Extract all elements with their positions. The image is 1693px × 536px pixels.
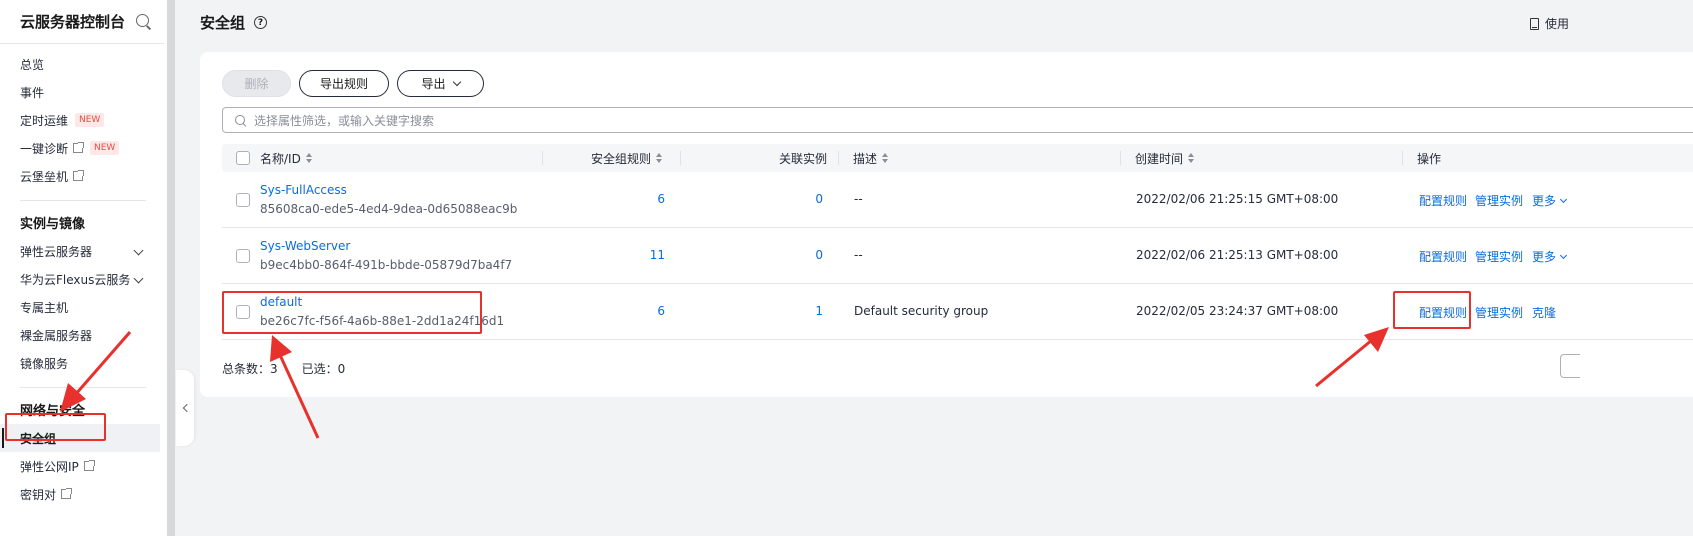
row-checkbox[interactable]: [236, 249, 250, 263]
sg-name-link[interactable]: Sys-FullAccess: [260, 183, 347, 197]
usage-guide-link[interactable]: 使用: [1530, 15, 1569, 32]
select-all-checkbox[interactable]: [236, 144, 250, 172]
sidebar-item-bastion[interactable]: 云堡垒机: [0, 162, 170, 190]
sg-id: 85608ca0-ede5-4ed4-9dea-0d65088eac9b: [260, 202, 518, 216]
table-footer: 总条数：3 已选：0: [222, 360, 345, 377]
sidebar-item-events[interactable]: 事件: [0, 78, 170, 106]
sidebar-item-diagnosis[interactable]: 一键诊断 NEW: [0, 134, 170, 162]
column-divider: [1402, 151, 1403, 165]
sidebar: 云服务器控制台 总览 事件 定时运维 NEW 一键诊断 NEW 云堡垒机 实例与镜像…: [0, 0, 170, 536]
sidebar-header: 云服务器控制台: [0, 0, 164, 44]
search-placeholder: 选择属性筛选，或输入关键字搜索: [254, 113, 435, 128]
rules-count-link[interactable]: 6: [625, 192, 665, 206]
column-divider: [1120, 151, 1121, 165]
chevron-down-icon: [133, 273, 144, 284]
sidebar-item-dedicated-host[interactable]: 专属主机: [0, 293, 170, 321]
new-badge: NEW: [90, 141, 120, 155]
more-dropdown[interactable]: 更多: [1532, 248, 1568, 265]
col-name[interactable]: 名称/ID: [260, 144, 312, 172]
col-instances: 关联实例: [779, 151, 828, 166]
search-icon: [235, 114, 246, 126]
sg-id: b9ec4bb0-864f-491b-bbde-05879d7ba4f7: [260, 258, 513, 272]
delete-button[interactable]: 删除: [222, 70, 291, 97]
security-group-panel: 删除 导出规则 导出 选择属性筛选，或输入关键字搜索 名称/ID 安全组规则 关…: [200, 52, 1693, 397]
page-size-select[interactable]: [1560, 354, 1580, 378]
toolbar: 删除 导出规则 导出: [222, 70, 484, 97]
search-input[interactable]: 选择属性筛选，或输入关键字搜索: [222, 107, 1693, 133]
chevron-down-icon: [133, 245, 144, 256]
page-title: 安全组 ?: [200, 12, 268, 33]
description: --: [854, 248, 863, 262]
clone-link[interactable]: 克隆: [1532, 304, 1556, 321]
sg-name-link[interactable]: Sys-WebServer: [260, 239, 350, 253]
configure-rules-link[interactable]: 配置规则: [1419, 248, 1467, 265]
manage-instances-link[interactable]: 管理实例: [1475, 192, 1523, 209]
table-row: Sys-FullAccess 85608ca0-ede5-4ed4-9dea-0…: [222, 172, 1693, 228]
console-title: 云服务器控制台: [20, 13, 126, 31]
external-link-icon: [73, 170, 85, 181]
col-actions: 操作: [1417, 151, 1442, 166]
search-icon[interactable]: [136, 13, 152, 30]
sidebar-item-keypair[interactable]: 密钥对: [0, 480, 170, 508]
created-time: 2022/02/05 23:24:37 GMT+08:00: [1136, 304, 1339, 318]
sidebar-item-flexus[interactable]: 华为云Flexus云服务: [0, 265, 170, 293]
col-rules[interactable]: 安全组规则: [591, 144, 663, 172]
instances-count-link[interactable]: 1: [783, 304, 823, 318]
external-link-icon: [73, 142, 85, 153]
table-row: Sys-WebServer b9ec4bb0-864f-491b-bbde-05…: [222, 228, 1693, 284]
sidebar-scrollbar[interactable]: [167, 0, 175, 536]
help-icon[interactable]: ?: [254, 16, 268, 29]
sort-icon[interactable]: [305, 153, 312, 163]
new-badge: NEW: [75, 113, 105, 127]
rules-count-link[interactable]: 6: [625, 304, 665, 318]
manage-instances-link[interactable]: 管理实例: [1475, 304, 1523, 321]
export-rules-button[interactable]: 导出规则: [299, 70, 389, 97]
divider: [20, 387, 146, 388]
external-link-icon: [61, 488, 73, 499]
manage-instances-link[interactable]: 管理实例: [1475, 248, 1523, 265]
chevron-down-icon: [1559, 195, 1568, 204]
configure-rules-link[interactable]: 配置规则: [1419, 192, 1467, 209]
rules-count-link[interactable]: 11: [625, 248, 665, 262]
instances-count-link[interactable]: 0: [783, 192, 823, 206]
highlight-box-default-group: [222, 291, 482, 334]
chevron-left-icon: [182, 403, 191, 413]
chevron-down-icon: [1559, 251, 1568, 260]
more-dropdown[interactable]: 更多: [1532, 192, 1568, 209]
sidebar-item-scheduled-ops[interactable]: 定时运维 NEW: [0, 106, 170, 134]
selected-count: 已选：0: [301, 362, 346, 376]
description: --: [854, 192, 863, 206]
created-time: 2022/02/06 21:25:15 GMT+08:00: [1136, 192, 1339, 206]
sort-icon[interactable]: [656, 153, 663, 163]
column-divider: [542, 151, 543, 165]
col-desc[interactable]: 描述: [853, 144, 889, 172]
highlight-box-security-group: [5, 413, 106, 441]
sidebar-item-overview[interactable]: 总览: [0, 50, 170, 78]
sort-icon[interactable]: [882, 153, 889, 163]
collapse-sidebar-button[interactable]: [176, 370, 194, 446]
sidebar-item-ecs[interactable]: 弹性云服务器: [0, 237, 170, 265]
column-divider: [838, 151, 839, 165]
col-created[interactable]: 创建时间: [1135, 144, 1195, 172]
divider: [20, 200, 146, 201]
external-link-icon: [83, 460, 95, 471]
sidebar-item-bms[interactable]: 裸金属服务器: [0, 321, 170, 349]
sidebar-item-eip[interactable]: 弹性公网IP: [0, 452, 170, 480]
sidebar-item-images[interactable]: 镜像服务: [0, 349, 170, 377]
highlight-box-configure-rules: [1393, 291, 1471, 329]
sort-icon[interactable]: [1188, 153, 1195, 163]
total-count: 总条数：3: [222, 362, 278, 376]
group-instances-images: 实例与镜像: [20, 216, 86, 232]
description: Default security group: [854, 304, 989, 318]
instances-count-link[interactable]: 0: [783, 248, 823, 262]
export-dropdown-button[interactable]: 导出: [397, 70, 484, 97]
book-icon: [1530, 17, 1539, 30]
table-header: 名称/ID 安全组规则 关联实例 描述 创建时间 操作: [222, 144, 1693, 172]
chevron-down-icon: [452, 77, 461, 86]
row-checkbox[interactable]: [236, 193, 250, 207]
created-time: 2022/02/06 21:25:13 GMT+08:00: [1136, 248, 1339, 262]
column-divider: [680, 151, 681, 165]
